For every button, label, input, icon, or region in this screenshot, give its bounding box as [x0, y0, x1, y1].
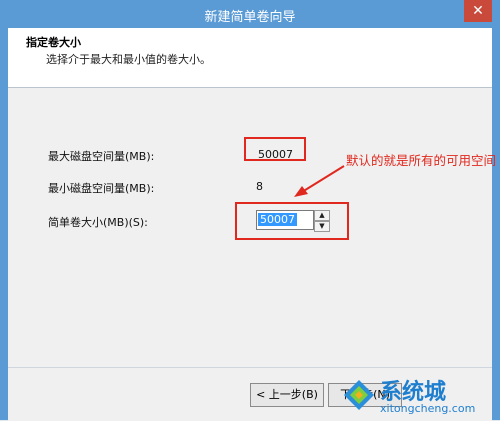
- highlight-box-max: [244, 137, 306, 161]
- max-space-label: 最大磁盘空间量(MB):: [48, 150, 155, 163]
- window-title: 新建简单卷向导: [204, 10, 296, 25]
- page-subtitle: 选择介于最大和最小值的卷大小。: [46, 53, 211, 66]
- min-space-label: 最小磁盘空间量(MB):: [48, 182, 155, 195]
- watermark-url: xitongcheng.com: [380, 402, 476, 415]
- annotation-text: 默认的就是所有的可用空间: [346, 153, 497, 168]
- wizard-header: 指定卷大小 选择介于最大和最小值的卷大小。: [8, 28, 492, 88]
- window-frame-right: [492, 28, 500, 420]
- window-frame-left: [0, 28, 8, 420]
- back-button[interactable]: < 上一步(B): [250, 383, 324, 407]
- close-button[interactable]: ✕: [464, 0, 492, 22]
- title-bar: 新建简单卷向导 ✕: [0, 0, 500, 29]
- highlight-box-size: [235, 202, 349, 240]
- annotation-arrow-icon: [294, 165, 345, 197]
- watermark: 系统城 xitongcheng.com: [342, 374, 492, 418]
- wizard-dialog: 指定卷大小 选择介于最大和最小值的卷大小。 最大磁盘空间量(MB): 50007…: [8, 28, 496, 421]
- volume-size-label: 简单卷大小(MB)(S):: [48, 216, 148, 229]
- watermark-logo-icon: [344, 380, 374, 410]
- min-space-value: 8: [256, 180, 263, 193]
- page-title: 指定卷大小: [26, 36, 81, 49]
